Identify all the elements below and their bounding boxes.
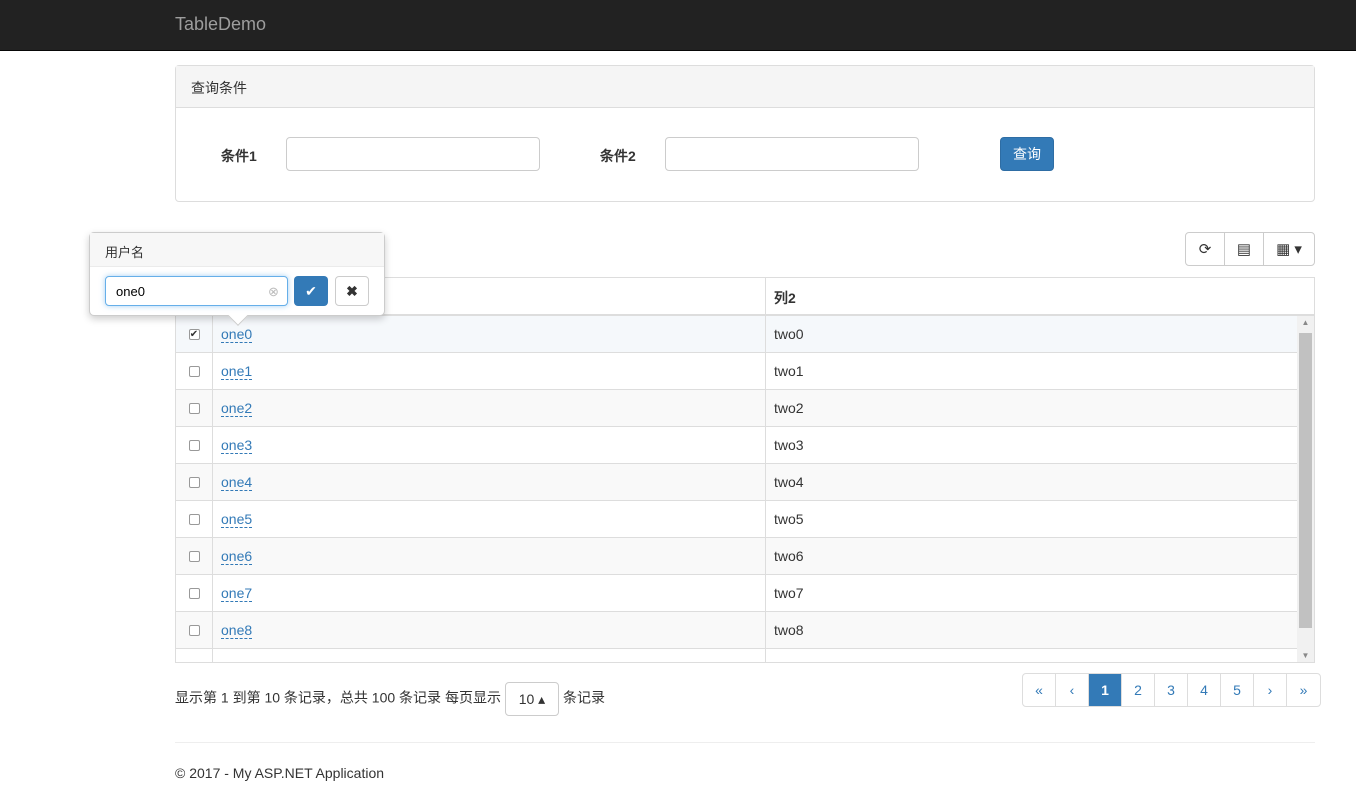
row-checkbox[interactable] xyxy=(188,587,200,599)
pagination-info: 显示第 1 到第 10 条记录，总共 100 条记录 每页显示 10 ▴ 条记录 xyxy=(175,682,605,716)
page-link[interactable]: 4 xyxy=(1188,674,1221,706)
row-checkbox[interactable] xyxy=(188,624,200,636)
table-row: one4 two4 xyxy=(176,464,1298,501)
footer-text: © 2017 - My ASP.NET Application xyxy=(175,765,385,781)
table-toolbar: ⟳ ▤ ▦ ▾ xyxy=(1185,232,1315,266)
editable-cell[interactable]: one3 xyxy=(221,437,253,454)
table-row: one8 two8 xyxy=(176,612,1298,649)
refresh-button[interactable]: ⟳ xyxy=(1186,233,1225,265)
row-checkbox[interactable] xyxy=(188,513,200,525)
list-icon: ▤ xyxy=(1236,241,1252,258)
editable-cell[interactable]: one5 xyxy=(221,511,253,528)
table-row: one6 two6 xyxy=(176,538,1298,575)
label-condition1: 条件1 xyxy=(221,148,257,164)
row-checkbox[interactable] xyxy=(188,439,200,451)
page-link[interactable]: › xyxy=(1254,674,1287,706)
editable-cell[interactable]: one2 xyxy=(221,400,253,417)
table-row: one2 two2 xyxy=(176,390,1298,427)
page-link[interactable]: 5 xyxy=(1221,674,1254,706)
table-row: one7 two7 xyxy=(176,575,1298,612)
grid-icon: ▦ ▾ xyxy=(1276,241,1302,258)
panel-title: 查询条件 xyxy=(176,66,1314,108)
label-condition2: 条件2 xyxy=(600,148,636,164)
cell-col2: two8 xyxy=(774,622,804,638)
cell-col2: two5 xyxy=(774,511,804,527)
condition2-input[interactable] xyxy=(665,137,919,171)
columns-button[interactable]: ▦ ▾ xyxy=(1264,233,1314,265)
cell-col2: two9 xyxy=(766,659,812,662)
cell-col2: two4 xyxy=(774,474,804,490)
table-row: ✔ one0 two0 xyxy=(176,316,1298,353)
query-button[interactable]: 查询 xyxy=(1000,137,1054,171)
table-row: one3 two3 xyxy=(176,427,1298,464)
editable-cell[interactable]: one7 xyxy=(221,585,253,602)
refresh-icon: ⟳ xyxy=(1198,241,1212,258)
brand[interactable]: TableDemo xyxy=(175,14,266,35)
edit-popover: 用户名 ⊗ ✔ ✖ xyxy=(89,232,385,326)
scrollbar-thumb[interactable] xyxy=(1299,333,1312,628)
table-row: one1 two1 xyxy=(176,353,1298,390)
row-checkbox[interactable] xyxy=(188,402,200,414)
toggle-view-button[interactable]: ▤ xyxy=(1225,233,1264,265)
cell-col2: two6 xyxy=(774,548,804,564)
divider xyxy=(175,742,1315,743)
check-icon: ✔ xyxy=(305,282,317,299)
cell-col2: two7 xyxy=(774,585,804,601)
page-link[interactable]: 1 xyxy=(1089,674,1122,706)
editable-cell[interactable]: one0 xyxy=(221,326,253,343)
page-link[interactable]: 2 xyxy=(1122,674,1155,706)
cell-col2: two3 xyxy=(774,437,804,453)
page-link[interactable]: ‹ xyxy=(1056,674,1089,706)
cell-col2: two2 xyxy=(774,400,804,416)
editable-cell[interactable]: one8 xyxy=(221,622,253,639)
header-col2[interactable]: 列2 xyxy=(766,278,804,314)
condition1-input[interactable] xyxy=(286,137,540,171)
username-input[interactable] xyxy=(105,276,288,306)
popover-title: 用户名 xyxy=(90,233,384,267)
row-checkbox[interactable] xyxy=(188,661,200,662)
close-icon: ✖ xyxy=(346,282,358,299)
cancel-button[interactable]: ✖ xyxy=(335,276,369,306)
page-link[interactable]: » xyxy=(1287,674,1320,706)
page-link[interactable]: 3 xyxy=(1155,674,1188,706)
cell-col2: two1 xyxy=(774,363,804,379)
editable-cell[interactable]: one6 xyxy=(221,548,253,565)
editable-cell[interactable]: one9 xyxy=(221,659,252,663)
clear-icon[interactable]: ⊗ xyxy=(268,284,279,300)
row-checkbox[interactable] xyxy=(188,476,200,488)
page-size-dropdown[interactable]: 10 ▴ xyxy=(504,682,559,716)
data-table: 列2 ✔ one0 two0 one1 two1 one2 two2 one3 two3 one4… xyxy=(175,277,1315,663)
page-link[interactable]: « xyxy=(1023,674,1056,706)
scrollbar[interactable]: ▲ ▼ xyxy=(1297,316,1314,662)
cell-col2: two0 xyxy=(774,326,804,342)
editable-cell[interactable]: one1 xyxy=(221,363,253,380)
confirm-button[interactable]: ✔ xyxy=(294,276,328,306)
table-row: one9 two9 xyxy=(176,649,1298,663)
row-checkbox[interactable] xyxy=(188,550,200,562)
editable-cell[interactable]: one4 xyxy=(221,474,253,491)
pagination: «‹ 1 2 3 4 5 ›» xyxy=(1022,673,1321,707)
row-checkbox[interactable] xyxy=(188,365,200,377)
query-panel: 查询条件 条件1 条件2 查询 xyxy=(175,65,1315,202)
table-row: one5 two5 xyxy=(176,501,1298,538)
row-checkbox[interactable]: ✔ xyxy=(188,328,200,340)
